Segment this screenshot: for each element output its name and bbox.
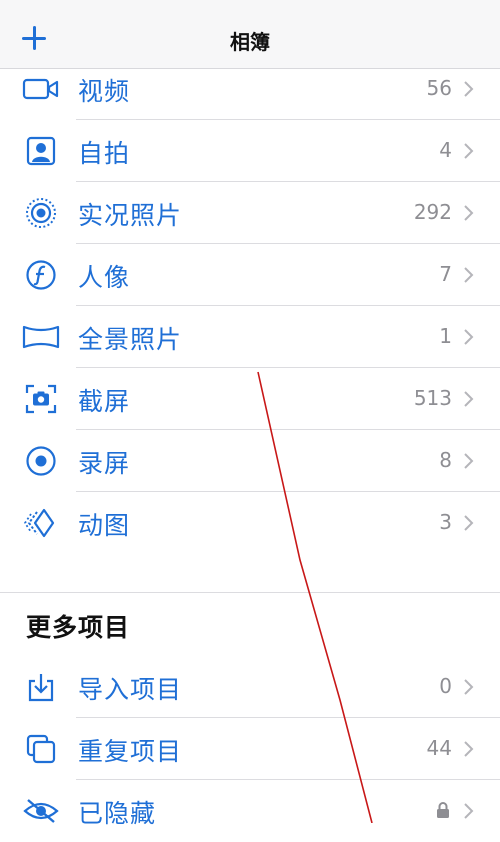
chevron-right-icon: [464, 453, 474, 469]
album-count: 44: [426, 736, 452, 760]
animated-icon: [22, 506, 60, 540]
duplicates-icon: [22, 732, 60, 766]
album-count: 513: [413, 386, 452, 410]
chevron-right-icon: [464, 803, 474, 819]
chevron-right-icon: [464, 515, 474, 531]
chevron-right-icon: [464, 267, 474, 283]
screen-recording-icon: [22, 444, 60, 478]
panorama-icon: [22, 320, 60, 354]
selfie-icon: [22, 134, 60, 168]
album-label: 已隐藏: [78, 799, 157, 828]
lock-icon: [437, 802, 449, 818]
album-label: 视频: [78, 77, 131, 106]
chevron-right-icon: [464, 81, 474, 97]
portrait-icon: [22, 258, 60, 292]
video-icon: [22, 72, 60, 106]
album-row-imports[interactable]: 导入项目 0: [0, 656, 500, 718]
album-label: 导入项目: [78, 675, 183, 704]
album-label: 录屏: [78, 449, 131, 478]
album-count: 4: [439, 138, 452, 162]
album-label: 人像: [78, 263, 131, 292]
album-count: 7: [439, 262, 452, 286]
album-row-animated[interactable]: 动图 3: [0, 492, 500, 554]
album-label: 截屏: [78, 387, 131, 416]
album-count: 292: [413, 200, 452, 224]
album-row-duplicates[interactable]: 重复项目 44: [0, 718, 500, 780]
album-count: 3: [439, 510, 452, 534]
album-label: 自拍: [78, 139, 131, 168]
album-row-video[interactable]: 视频 56: [0, 58, 500, 120]
album-row-hidden[interactable]: 已隐藏: [0, 780, 500, 842]
album-label: 重复项目: [78, 737, 183, 766]
screenshot-icon: [22, 382, 60, 416]
album-label: 全景照片: [78, 325, 183, 354]
album-label: 实况照片: [78, 201, 183, 230]
album-row-selfie[interactable]: 自拍 4: [0, 120, 500, 182]
album-label: 动图: [78, 511, 131, 540]
section-title-more-items: 更多项目: [26, 613, 131, 642]
chevron-right-icon: [464, 205, 474, 221]
album-row-live-photos[interactable]: 实况照片 292: [0, 182, 500, 244]
chevron-right-icon: [464, 679, 474, 695]
album-count: 8: [439, 448, 452, 472]
album-row-screenshots[interactable]: 截屏 513: [0, 368, 500, 430]
album-count: 56: [426, 76, 452, 100]
album-count: 1: [439, 324, 452, 348]
live-photo-icon: [22, 196, 60, 230]
album-count: 0: [439, 674, 452, 698]
album-row-screen-recordings[interactable]: 录屏 8: [0, 430, 500, 492]
page-title: 相簿: [230, 30, 270, 54]
chevron-right-icon: [464, 143, 474, 159]
chevron-right-icon: [464, 391, 474, 407]
album-row-portrait[interactable]: 人像 7: [0, 244, 500, 306]
chevron-right-icon: [464, 741, 474, 757]
chevron-right-icon: [464, 329, 474, 345]
section-divider: [0, 592, 500, 593]
import-icon: [22, 670, 60, 704]
album-row-panorama[interactable]: 全景照片 1: [0, 306, 500, 368]
